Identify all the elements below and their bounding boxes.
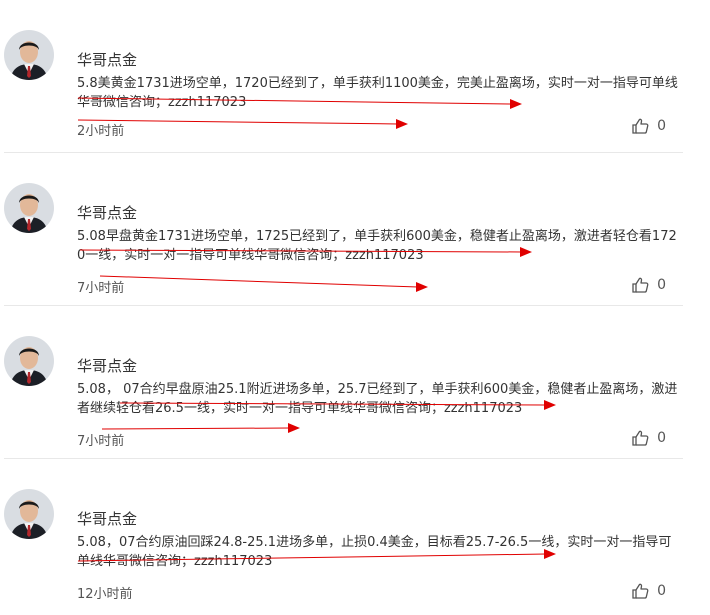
comment-time: 7小时前 xyxy=(77,434,125,449)
avatar[interactable] xyxy=(4,30,54,80)
author-name[interactable]: 华哥点金 xyxy=(77,355,137,376)
comment-text: 5.08，07合约原油回踩24.8-25.1进场多单，止损0.4美金，目标看25… xyxy=(77,535,672,569)
like-count: 0 xyxy=(657,583,666,599)
avatar-photo-icon xyxy=(4,336,54,386)
comment-time: 2小时前 xyxy=(77,124,125,139)
author-name[interactable]: 华哥点金 xyxy=(77,508,137,529)
comment-time: 7小时前 xyxy=(77,281,125,296)
comment-text: 5.08， 07合约早盘原油25.1附近进场多单，25.7已经到了，单手获利60… xyxy=(77,382,678,416)
like-button[interactable]: 0 xyxy=(632,430,666,446)
comment-item: 华哥点金 5.08， 07合约早盘原油25.1附近进场多单，25.7已经到了，单… xyxy=(0,306,683,459)
thumbs-up-icon xyxy=(632,430,649,446)
thumbs-up-icon xyxy=(632,583,649,599)
avatar-photo-icon xyxy=(4,183,54,233)
comment-item: 华哥点金 5.08早盘黄金1731进场空单，1725已经到了，单手获利600美金… xyxy=(0,153,683,306)
avatar-photo-icon xyxy=(4,30,54,80)
thumbs-up-icon xyxy=(632,118,649,134)
like-button[interactable]: 0 xyxy=(632,583,666,599)
thumbs-up-icon xyxy=(632,277,649,293)
comment-item: 华哥点金 5.08，07合约原油回踩24.8-25.1进场多单，止损0.4美金，… xyxy=(0,459,683,612)
like-count: 0 xyxy=(657,430,666,446)
comment-text: 5.8美黄金1731进场空单，1720已经到了，单手获利1100美金，完美止盈离… xyxy=(77,76,678,110)
author-name[interactable]: 华哥点金 xyxy=(77,49,137,70)
avatar[interactable] xyxy=(4,489,54,539)
like-count: 0 xyxy=(657,277,666,293)
avatar-photo-icon xyxy=(4,489,54,539)
avatar[interactable] xyxy=(4,183,54,233)
like-button[interactable]: 0 xyxy=(632,277,666,293)
like-button[interactable]: 0 xyxy=(632,118,666,134)
author-name[interactable]: 华哥点金 xyxy=(77,202,137,223)
avatar[interactable] xyxy=(4,336,54,386)
comment-item: 华哥点金 5.8美黄金1731进场空单，1720已经到了，单手获利1100美金，… xyxy=(0,0,683,153)
comment-text: 5.08早盘黄金1731进场空单，1725已经到了，单手获利600美金，稳健者止… xyxy=(77,229,677,263)
like-count: 0 xyxy=(657,118,666,134)
comment-time: 12小时前 xyxy=(77,587,133,602)
